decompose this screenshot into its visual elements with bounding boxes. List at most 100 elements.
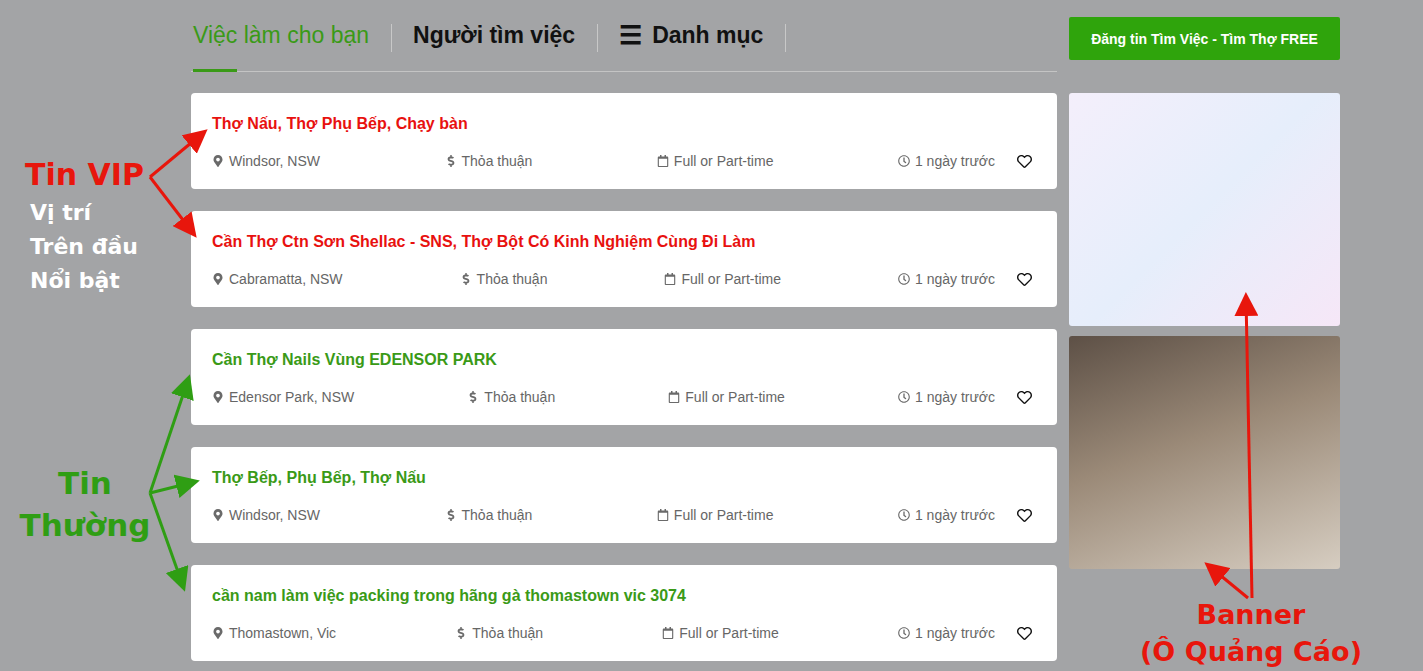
job-list: Thợ Nấu, Thợ Phụ Bếp, Chạy bàn Windsor, N… bbox=[191, 93, 1057, 661]
map-marker-icon bbox=[212, 627, 224, 639]
job-location: Windsor, NSW bbox=[212, 153, 320, 169]
main-column: Việc làm cho bạn Người tìm việc ☰ Danh mục T… bbox=[191, 0, 1057, 661]
banner[interactable] bbox=[1069, 336, 1340, 569]
post-button[interactable]: Đăng tin Tìm Việc - Tìm Thợ FREE bbox=[1069, 17, 1340, 60]
job-card[interactable]: Cần Thợ Ctn Sơn Shellac - SNS, Thợ Bột C… bbox=[191, 211, 1057, 307]
banner-list bbox=[1069, 93, 1340, 569]
job-card[interactable]: Cần Thợ Nails Vùng EDENSOR PARK Edensor P… bbox=[191, 329, 1057, 425]
clock-icon bbox=[898, 155, 910, 167]
dollar-icon bbox=[445, 509, 457, 521]
job-meta-group: Cabramatta, NSW Thỏa thuận Full or Part-ti… bbox=[212, 271, 1003, 287]
save-button[interactable] bbox=[1017, 272, 1032, 287]
tab-divider bbox=[785, 24, 786, 52]
job-schedule: Full or Part-time bbox=[668, 389, 785, 405]
dollar-icon bbox=[445, 155, 457, 167]
job-posted: 1 ngày trước bbox=[898, 625, 995, 641]
save-button[interactable] bbox=[1017, 508, 1032, 523]
map-marker-icon bbox=[212, 391, 224, 403]
tab[interactable]: ☰ Danh mục bbox=[597, 0, 785, 71]
job-schedule: Full or Part-time bbox=[662, 625, 779, 641]
vip-note-line: Trên đầu bbox=[30, 230, 160, 264]
page: Việc làm cho bạnNgười tìm việc☰Danh mụcT… bbox=[0, 0, 1423, 671]
job-location: Windsor, NSW bbox=[212, 507, 320, 523]
job-card[interactable]: Thợ Nấu, Thợ Phụ Bếp, Chạy bàn Windsor, N… bbox=[191, 93, 1057, 189]
job-meta-group: Edensor Park, NSW Thỏa thuận Full or Part-… bbox=[212, 389, 1003, 405]
job-meta: Cabramatta, NSW Thỏa thuận Full or Part-ti… bbox=[212, 269, 1036, 289]
job-meta: Windsor, NSW Thỏa thuận Full or Part-time 1… bbox=[212, 505, 1036, 525]
job-card[interactable]: Thợ Bếp, Phụ Bếp, Thợ Nấu Windsor, NSW Thỏ… bbox=[191, 447, 1057, 543]
map-marker-icon bbox=[212, 509, 224, 521]
tab[interactable]: Người tìm việc bbox=[391, 0, 597, 71]
job-location: Thomastown, Vic bbox=[212, 625, 336, 641]
job-posted: 1 ngày trước bbox=[898, 389, 995, 405]
vip-annotation: Tin VIP bbox=[25, 156, 155, 194]
job-meta-group: Windsor, NSW Thỏa thuận Full or Part-time 1… bbox=[212, 507, 1003, 523]
job-meta: Thomastown, VicThỏa thuậnFull or Part-ti… bbox=[212, 623, 1036, 643]
annotation-layer: Tin VIPVị tríTrên đầuNổi bật TinThường Ban… bbox=[0, 0, 1423, 671]
job-title[interactable]: Thợ Bếp, Phụ Bếp, Thợ Nấu bbox=[212, 469, 1036, 487]
tab[interactable]: Việc làm cho bạn bbox=[191, 0, 391, 71]
calendar-icon bbox=[664, 273, 676, 285]
tab-label: Người tìm việc bbox=[413, 22, 575, 49]
vip-note-line: Nổi bật bbox=[30, 264, 160, 298]
job-schedule: Full or Part-time bbox=[664, 271, 781, 287]
job-schedule: Full or Part-time bbox=[657, 153, 774, 169]
heart-icon bbox=[1017, 508, 1032, 523]
clock-icon bbox=[898, 627, 910, 639]
banner-note-line: Banner bbox=[1115, 596, 1387, 633]
job-meta: Windsor, NSW Thỏa thuận Full or Part-time 1… bbox=[212, 151, 1036, 171]
banner-annotation: Banner(Ô Quảng Cáo) bbox=[1115, 596, 1387, 670]
job-posted: 1 ngày trước bbox=[898, 153, 995, 169]
page-layout: Việc làm cho bạn Người tìm việc ☰ Danh mục T… bbox=[0, 0, 1423, 661]
dollar-icon bbox=[460, 273, 472, 285]
heart-icon bbox=[1017, 390, 1032, 405]
job-title[interactable]: Thợ Nấu, Thợ Phụ Bếp, Chạy bàn bbox=[212, 115, 1036, 133]
job-salary: Thỏa thuận bbox=[467, 389, 555, 405]
normal-annotation: TinThường bbox=[8, 462, 162, 546]
tab-label: Danh mục bbox=[652, 22, 763, 49]
banner-note-line: (Ô Quảng Cáo) bbox=[1115, 633, 1387, 670]
save-button[interactable] bbox=[1017, 626, 1032, 641]
job-meta: Edensor Park, NSW Thỏa thuận Full or Part-… bbox=[212, 387, 1036, 407]
dollar-icon bbox=[467, 391, 479, 403]
job-posted: 1 ngày trước bbox=[898, 507, 995, 523]
tab-bar: Việc làm cho bạn Người tìm việc ☰ Danh mục bbox=[191, 0, 1057, 72]
calendar-icon bbox=[657, 509, 669, 521]
job-meta-group: Windsor, NSW Thỏa thuận Full or Part-time 1… bbox=[212, 153, 1003, 169]
banner[interactable] bbox=[1069, 93, 1340, 326]
job-schedule: Full or Part-time bbox=[657, 507, 774, 523]
job-salary: Thỏa thuận bbox=[460, 271, 548, 287]
tab-label: Việc làm cho bạn bbox=[193, 22, 369, 49]
map-marker-icon bbox=[212, 273, 224, 285]
normal-note-line: Thường bbox=[8, 504, 162, 546]
clock-icon bbox=[898, 391, 910, 403]
job-location: Edensor Park, NSW bbox=[212, 389, 354, 405]
calendar-icon bbox=[662, 627, 674, 639]
job-location: Cabramatta, NSW bbox=[212, 271, 343, 287]
job-title[interactable]: Cần Thợ Ctn Sơn Shellac - SNS, Thợ Bột C… bbox=[212, 233, 1036, 251]
sidebar: Đăng tin Tìm Việc - Tìm Thợ FREE bbox=[1069, 0, 1340, 661]
job-salary: Thỏa thuận bbox=[445, 507, 533, 523]
vip-note-line: Vị trí bbox=[30, 196, 160, 230]
heart-icon bbox=[1017, 626, 1032, 641]
annotation-arrows-icon bbox=[0, 0, 1423, 671]
menu-icon: ☰ bbox=[619, 20, 642, 51]
vip-note: Vị tríTrên đầuNổi bật bbox=[30, 196, 160, 298]
clock-icon bbox=[898, 273, 910, 285]
map-marker-icon bbox=[212, 155, 224, 167]
job-card[interactable]: cần nam làm việc packing trong hãng gà t… bbox=[191, 565, 1057, 661]
dollar-icon bbox=[455, 627, 467, 639]
job-title[interactable]: Cần Thợ Nails Vùng EDENSOR PARK bbox=[212, 351, 1036, 369]
heart-icon bbox=[1017, 154, 1032, 169]
job-title[interactable]: cần nam làm việc packing trong hãng gà t… bbox=[212, 587, 1036, 605]
clock-icon bbox=[898, 509, 910, 521]
job-salary: Thỏa thuận bbox=[445, 153, 533, 169]
calendar-icon bbox=[657, 155, 669, 167]
normal-note-line: Tin bbox=[8, 462, 162, 504]
save-button[interactable] bbox=[1017, 154, 1032, 169]
job-posted: 1 ngày trước bbox=[898, 271, 995, 287]
calendar-icon bbox=[668, 391, 680, 403]
heart-icon bbox=[1017, 272, 1032, 287]
save-button[interactable] bbox=[1017, 390, 1032, 405]
job-meta-group: Thomastown, VicThỏa thuậnFull or Part-ti… bbox=[212, 625, 1003, 641]
